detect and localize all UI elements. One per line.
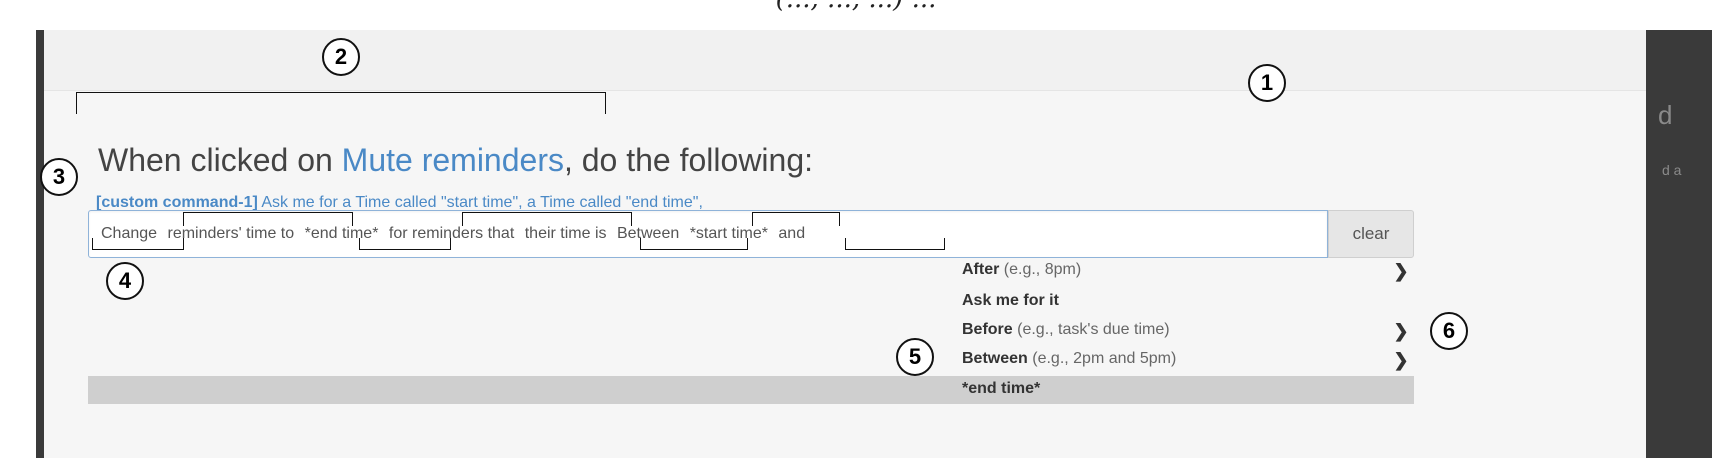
dropdown-item-hint: (e.g., 2pm and 5pm) bbox=[1027, 350, 1177, 367]
command-tag: [custom command-1] bbox=[96, 194, 258, 211]
dropdown-item-label: Between bbox=[962, 350, 1028, 367]
callout-5: 5 bbox=[896, 338, 934, 376]
annotation-bracket-token bbox=[359, 238, 451, 250]
dropdown-item-hint: (e.g., 8pm) bbox=[999, 261, 1082, 278]
command-text: Ask me for a Time called "start time", a… bbox=[257, 194, 703, 211]
token-property[interactable]: reminders' time to bbox=[168, 225, 295, 242]
annotation-bracket-token bbox=[183, 212, 353, 226]
chevron-right-icon: ❯ bbox=[1393, 261, 1409, 281]
background-overlay-right bbox=[1646, 30, 1712, 458]
heading-suffix: , do the following: bbox=[563, 142, 814, 178]
annotation-bracket-trigger bbox=[76, 92, 606, 114]
callout-6: 6 bbox=[1430, 312, 1468, 350]
callout-4: 4 bbox=[106, 262, 144, 300]
dropdown-item-end-time[interactable]: *end time* bbox=[962, 380, 1414, 402]
background-left-edge bbox=[0, 30, 38, 458]
dropdown-item-label: Ask me for it bbox=[962, 292, 1059, 309]
chevron-right-icon: ❯ bbox=[1393, 350, 1409, 370]
annotation-bracket-token bbox=[752, 212, 840, 226]
page-title: When clicked on Mute reminders, do the f… bbox=[98, 142, 813, 179]
dropdown-item-label: After bbox=[962, 261, 1000, 278]
callout-3: 3 bbox=[40, 158, 78, 196]
heading-prefix: When clicked on bbox=[98, 142, 342, 178]
callout-1: 1 bbox=[1248, 64, 1286, 102]
annotation-bracket-token bbox=[462, 212, 632, 226]
dropdown-item-hint: (e.g., task's due time) bbox=[1012, 321, 1170, 338]
figure-caption-fragment: (..., ..., ...) ... bbox=[0, 0, 1712, 14]
dropdown-item-before[interactable]: Before (e.g., task's due time) ❯ bbox=[962, 321, 1414, 343]
dropdown-item-label: *end time* bbox=[962, 380, 1041, 397]
dropdown-item-ask[interactable]: Ask me for it bbox=[962, 292, 1414, 314]
background-page-text-small: d a bbox=[1662, 162, 1682, 178]
dropdown-item-after[interactable]: After (e.g., 8pm) ❯ bbox=[962, 261, 1414, 283]
background-page-text: d bbox=[1658, 100, 1673, 130]
modal-header bbox=[44, 30, 1646, 91]
background-overlay-left bbox=[36, 30, 44, 458]
token-condition[interactable]: their time is bbox=[525, 225, 607, 242]
annotation-bracket-token bbox=[845, 238, 945, 250]
token-and[interactable]: and bbox=[778, 225, 805, 242]
dropdown-item-label: Before bbox=[962, 321, 1013, 338]
annotation-bracket-token bbox=[92, 238, 184, 250]
chevron-right-icon: ❯ bbox=[1393, 321, 1409, 341]
clear-button[interactable]: clear bbox=[1328, 210, 1414, 258]
trigger-link[interactable]: Mute reminders bbox=[342, 142, 564, 178]
annotation-bracket-token bbox=[640, 238, 748, 250]
callout-2: 2 bbox=[322, 38, 360, 76]
dropdown-item-between[interactable]: Between (e.g., 2pm and 5pm) ❯ bbox=[962, 350, 1414, 372]
